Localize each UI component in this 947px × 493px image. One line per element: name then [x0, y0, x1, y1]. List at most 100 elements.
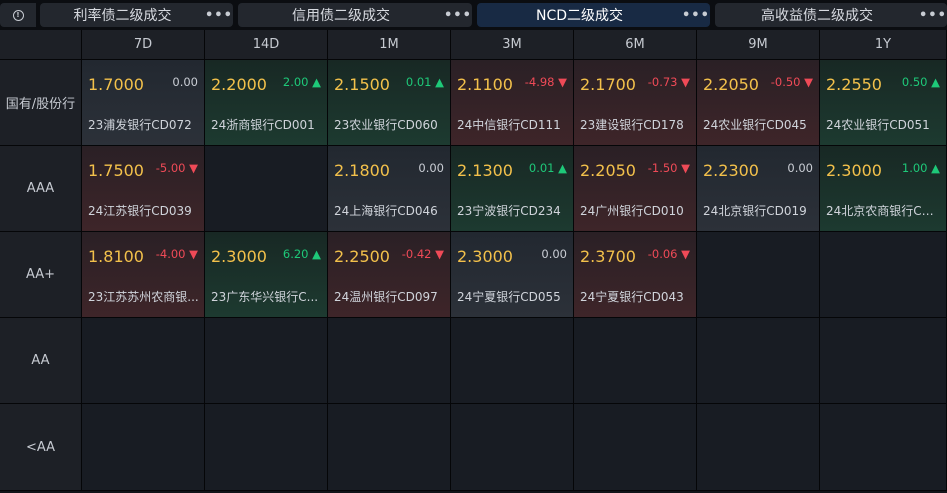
quote-cell[interactable]: 2.1700 -0.73 ▼ 23建设银行CD178 — [574, 60, 697, 146]
empty-cell — [574, 404, 697, 491]
corner-header — [0, 30, 82, 60]
bond-name: 24农业银行CD051 — [826, 118, 930, 132]
bond-name: 24上海银行CD046 — [334, 204, 438, 218]
change-value: 0.00 — [418, 161, 444, 175]
more-icon[interactable]: ••• — [205, 8, 232, 23]
info-icon: ! — [12, 9, 24, 21]
column-header-1m[interactable]: 1M — [328, 30, 451, 60]
quote-cell[interactable]: 2.3000 0.00 24宁夏银行CD055 — [451, 232, 574, 318]
more-icon[interactable]: ••• — [919, 8, 946, 23]
column-header-3m[interactable]: 3M — [451, 30, 574, 60]
change-value: 0.01 ▲ — [528, 161, 567, 175]
change-value: 0.01 ▲ — [405, 75, 444, 89]
bond-name: 24北京农商银行CD... — [826, 204, 942, 218]
quote-cell[interactable]: 2.3700 -0.06 ▼ 24宁夏银行CD043 — [574, 232, 697, 318]
bond-name: 24宁夏银行CD055 — [457, 290, 561, 304]
tab-high-yield[interactable]: 高收益债二级成交 ••• — [715, 3, 947, 27]
bond-name: 24中信银行CD111 — [457, 118, 561, 132]
tab-label: 高收益债二级成交 — [761, 8, 873, 24]
change-value: 1.00 ▲ — [901, 161, 940, 175]
change-value: -0.50 ▼ — [770, 75, 813, 89]
empty-cell — [205, 146, 328, 232]
empty-cell — [205, 318, 328, 404]
quote-cell[interactable]: 2.2050 -1.50 ▼ 24广州银行CD010 — [574, 146, 697, 232]
tab-label: 利率债二级成交 — [73, 8, 172, 24]
bond-name: 23浦发银行CD072 — [88, 118, 192, 132]
change-value: 0.00 — [172, 75, 198, 89]
column-header-9m[interactable]: 9M — [697, 30, 820, 60]
row-label: <AA — [0, 404, 82, 491]
bond-name: 23农业银行CD060 — [334, 118, 438, 132]
bond-name: 24江苏银行CD039 — [88, 204, 192, 218]
tab-bar: ! 利率债二级成交 ••• 信用债二级成交 ••• NCD二级成交 ••• 高收… — [0, 0, 947, 30]
change-value: -0.06 ▼ — [647, 247, 690, 261]
bond-name: 24宁夏银行CD043 — [580, 290, 684, 304]
yield-value: 2.1800 — [334, 161, 390, 180]
quote-cell[interactable]: 2.2000 2.00 ▲ 24浙商银行CD001 — [205, 60, 328, 146]
bond-name: 23建设银行CD178 — [580, 118, 684, 132]
yield-value: 1.7500 — [88, 161, 144, 180]
yield-value: 2.2000 — [211, 75, 267, 94]
yield-value: 2.2550 — [826, 75, 882, 94]
quote-cell[interactable]: 1.7000 0.00 23浦发银行CD072 — [82, 60, 205, 146]
column-header-7d[interactable]: 7D — [82, 30, 205, 60]
yield-value: 2.1700 — [580, 75, 636, 94]
tab-label: NCD二级成交 — [535, 8, 624, 24]
change-value: 0.00 — [787, 161, 813, 175]
quote-cell[interactable]: 2.2500 -0.42 ▼ 24温州银行CD097 — [328, 232, 451, 318]
empty-cell — [328, 404, 451, 491]
bond-name: 24广州银行CD010 — [580, 204, 684, 218]
quote-cell[interactable]: 2.1300 0.01 ▲ 23宁波银行CD234 — [451, 146, 574, 232]
yield-value: 2.3000 — [211, 247, 267, 266]
empty-cell — [697, 318, 820, 404]
empty-cell — [82, 404, 205, 491]
empty-cell — [451, 404, 574, 491]
quote-cell[interactable]: 2.2550 0.50 ▲ 24农业银行CD051 — [820, 60, 947, 146]
quote-cell[interactable]: 2.1500 0.01 ▲ 23农业银行CD060 — [328, 60, 451, 146]
tab-label: 信用债二级成交 — [292, 8, 390, 24]
change-value: -4.00 ▼ — [155, 247, 198, 261]
quote-cell[interactable]: 2.2050 -0.50 ▼ 24农业银行CD045 — [697, 60, 820, 146]
quote-cell[interactable]: 2.1800 0.00 24上海银行CD046 — [328, 146, 451, 232]
yield-value: 2.3000 — [826, 161, 882, 180]
empty-cell — [820, 232, 947, 318]
quote-cell[interactable]: 2.2300 0.00 24北京银行CD019 — [697, 146, 820, 232]
column-header-14d[interactable]: 14D — [205, 30, 328, 60]
yield-value: 1.8100 — [88, 247, 144, 266]
more-icon[interactable]: ••• — [444, 8, 471, 23]
quote-cell[interactable]: 2.3000 6.20 ▲ 23广东华兴银行C... — [205, 232, 328, 318]
quote-cell[interactable]: 2.3000 1.00 ▲ 24北京农商银行CD... — [820, 146, 947, 232]
quote-cell[interactable]: 2.1100 -4.98 ▼ 24中信银行CD111 — [451, 60, 574, 146]
column-header-1y[interactable]: 1Y — [820, 30, 947, 60]
row-label: 国有/股份行 — [0, 60, 82, 146]
tab-ncd[interactable]: NCD二级成交 ••• — [477, 3, 710, 27]
empty-cell — [328, 318, 451, 404]
tab-rate-bond[interactable]: 利率债二级成交 ••• — [40, 3, 233, 27]
empty-cell — [820, 404, 947, 491]
change-value: 0.50 ▲ — [901, 75, 940, 89]
quote-cell[interactable]: 1.7500 -5.00 ▼ 24江苏银行CD039 — [82, 146, 205, 232]
info-button[interactable]: ! — [0, 3, 36, 27]
empty-cell — [697, 404, 820, 491]
empty-cell — [205, 404, 328, 491]
column-header-6m[interactable]: 6M — [574, 30, 697, 60]
bond-name: 24北京银行CD019 — [703, 204, 807, 218]
yield-value: 2.2500 — [334, 247, 390, 266]
bond-name: 24农业银行CD045 — [703, 118, 807, 132]
tab-credit-bond[interactable]: 信用债二级成交 ••• — [238, 3, 472, 27]
yield-value: 2.2300 — [703, 161, 759, 180]
quote-matrix: 7D 14D 1M 3M 6M 9M 1Y 国有/股份行 1.7000 0.00 23浦发银行CD0… — [0, 30, 947, 493]
quote-cell[interactable]: 1.8100 -4.00 ▼ 23江苏苏州农商银... — [82, 232, 205, 318]
empty-cell — [697, 232, 820, 318]
more-icon[interactable]: ••• — [682, 8, 709, 23]
yield-value: 2.2050 — [580, 161, 636, 180]
bond-name: 24温州银行CD097 — [334, 290, 438, 304]
row-label: AAA — [0, 146, 82, 232]
bond-name: 23江苏苏州农商银... — [88, 290, 199, 304]
yield-value: 2.1100 — [457, 75, 513, 94]
change-value: -0.42 ▼ — [401, 247, 444, 261]
change-value: -4.98 ▼ — [524, 75, 567, 89]
bond-name: 24浙商银行CD001 — [211, 118, 315, 132]
yield-value: 2.1500 — [334, 75, 390, 94]
change-value: 6.20 ▲ — [282, 247, 321, 261]
